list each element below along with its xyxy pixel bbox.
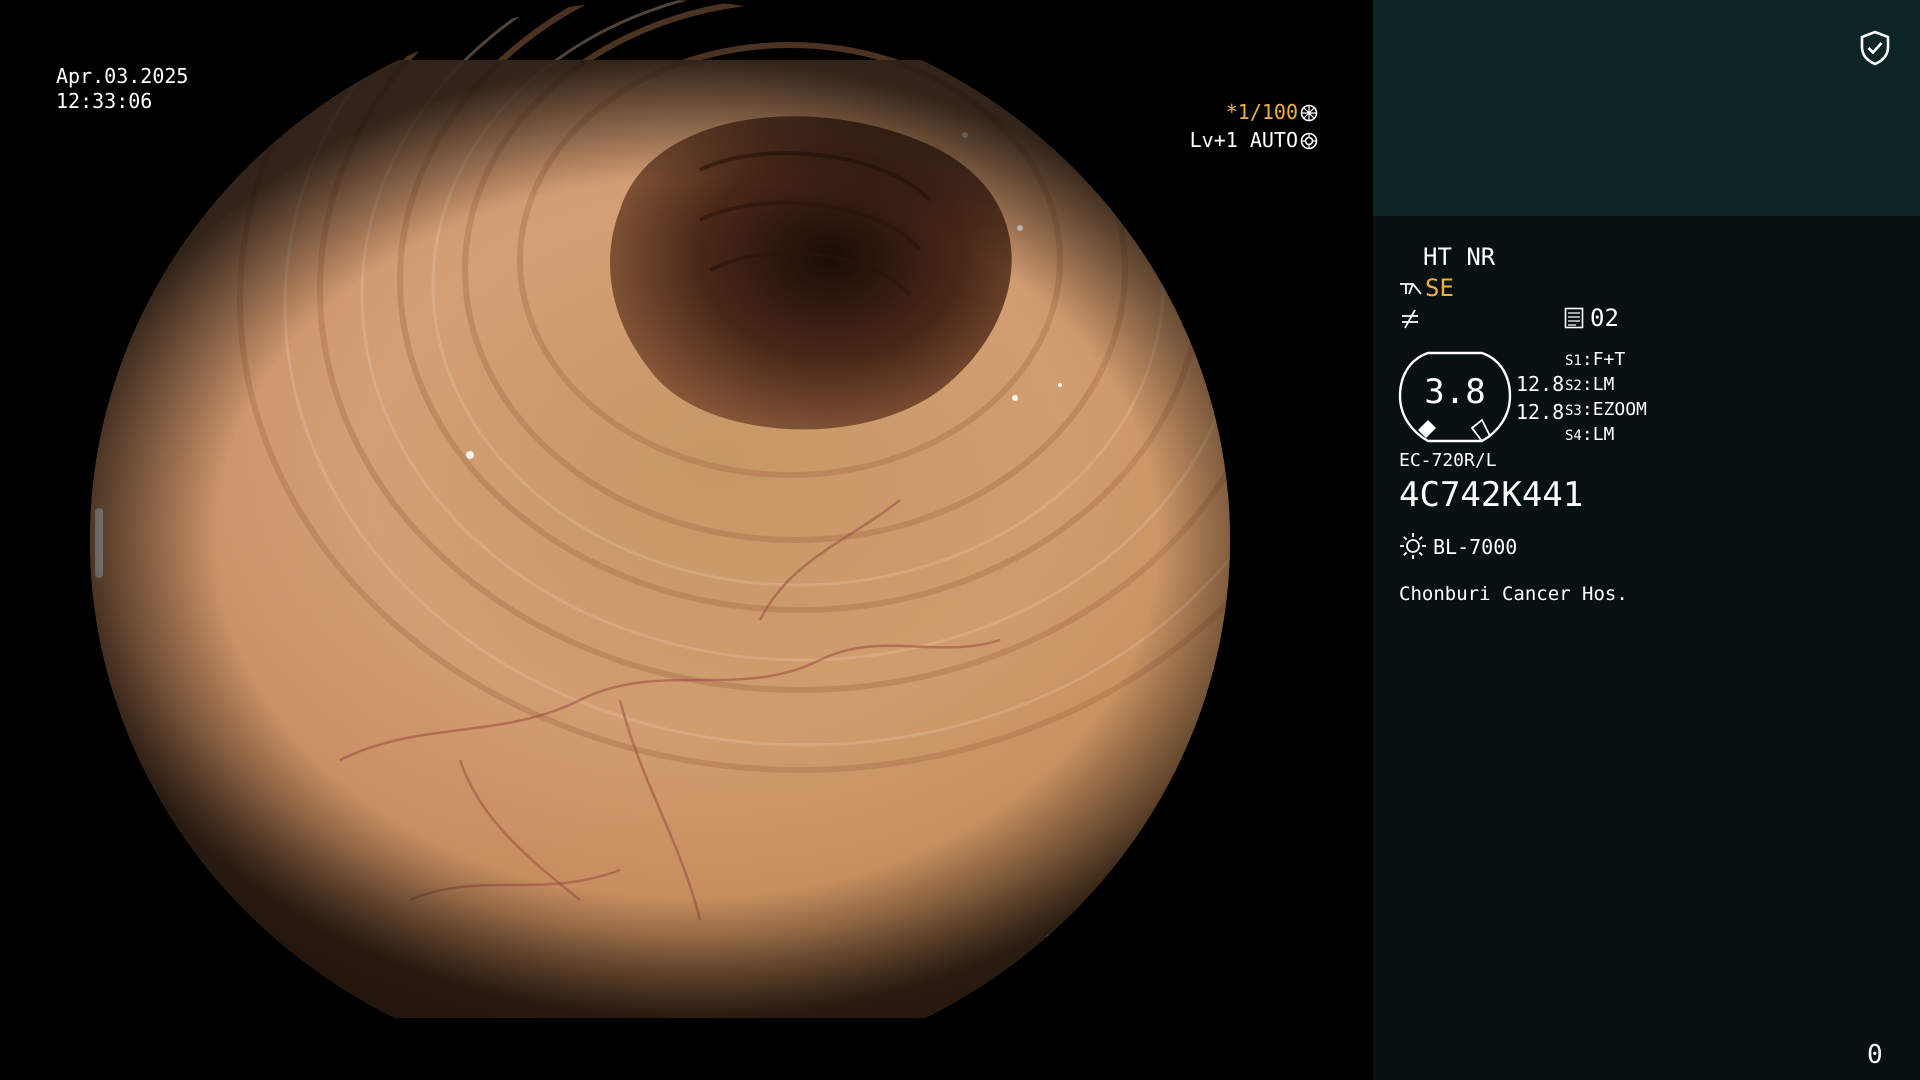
iris-label: Lv+1 AUTO [1189, 128, 1298, 152]
switch-value: EZOOM [1592, 399, 1647, 420]
endoscopy-screen: Apr.03.2025 12:33:06 *1/100 Lv+1 AUTO HT… [0, 0, 1920, 1080]
page-number: 02 [1590, 304, 1619, 332]
switch-key: S3 [1565, 403, 1582, 419]
switch-key: S2 [1565, 378, 1582, 394]
panel-header [1373, 0, 1920, 216]
iris-icon [1300, 131, 1318, 155]
page-row: 02 [1564, 304, 1619, 332]
value-top: 12.8 [1516, 372, 1565, 396]
date-label: Apr.03.2025 [56, 64, 189, 88]
hospital-name: Chonburi Cancer Hos. [1399, 583, 1628, 605]
light-source-row: BL-7000 [1399, 532, 1517, 560]
iris-row: Lv+1 AUTO [1190, 128, 1318, 155]
image-counter: 0 [1867, 1040, 1883, 1070]
scope-model: EC-720R/L [1399, 450, 1497, 471]
time-label: 12:33:06 [56, 89, 153, 113]
switch-value: F+T [1592, 349, 1626, 370]
switch-value: LM [1592, 424, 1615, 445]
magnification-label: *1/100 [1225, 100, 1298, 124]
switch-4: S4:LM [1565, 424, 1615, 445]
spin-icon [1300, 103, 1318, 127]
value-bottom: 12.8 [1516, 400, 1565, 424]
memo-icon [1564, 304, 1590, 332]
scope-tip-icon [1399, 274, 1425, 302]
switch-value: LM [1592, 374, 1615, 395]
mode-row: SE [1399, 274, 1454, 302]
light-source-label: BL-7000 [1433, 535, 1518, 559]
switch-2: S2:LM [1565, 374, 1615, 395]
magnification-row: *1/100 [1226, 100, 1318, 127]
shield-check-icon [1860, 30, 1890, 70]
not-equal-icon [1399, 306, 1423, 334]
switch-3: S3:EZOOM [1565, 399, 1647, 420]
switch-1: S1:F+T [1565, 349, 1626, 370]
mode-label: SE [1425, 274, 1454, 302]
info-panel: HT NR SE 02 3.8 12.8 12.8 S1:F+T S2:LM S… [1373, 0, 1920, 1080]
scope-serial: 4C742K441 [1399, 475, 1584, 515]
switch-key: S4 [1565, 428, 1582, 444]
sun-icon [1399, 533, 1433, 559]
enhancement-label: HT NR [1423, 243, 1496, 271]
gauge-value: 3.8 [1424, 372, 1486, 412]
endoscope-image [60, 0, 1315, 1080]
switch-key: S1 [1565, 353, 1582, 369]
